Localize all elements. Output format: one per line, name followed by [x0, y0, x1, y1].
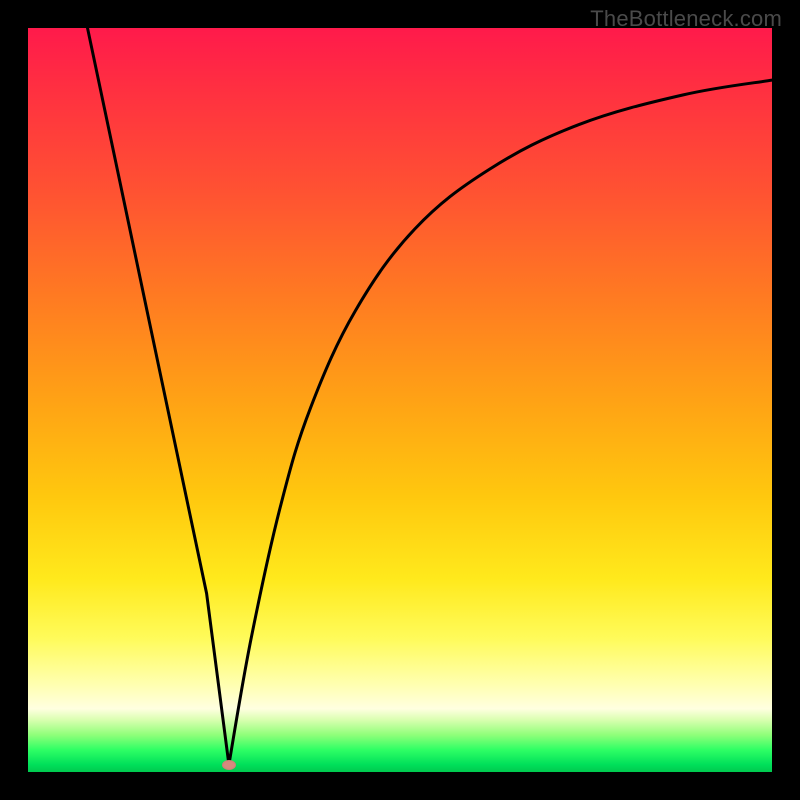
plot-area [28, 28, 772, 772]
chart-frame: TheBottleneck.com [0, 0, 800, 800]
minimum-marker [222, 760, 236, 770]
bottleneck-curve [28, 28, 772, 772]
watermark-label: TheBottleneck.com [590, 6, 782, 32]
curve-path [88, 28, 773, 765]
